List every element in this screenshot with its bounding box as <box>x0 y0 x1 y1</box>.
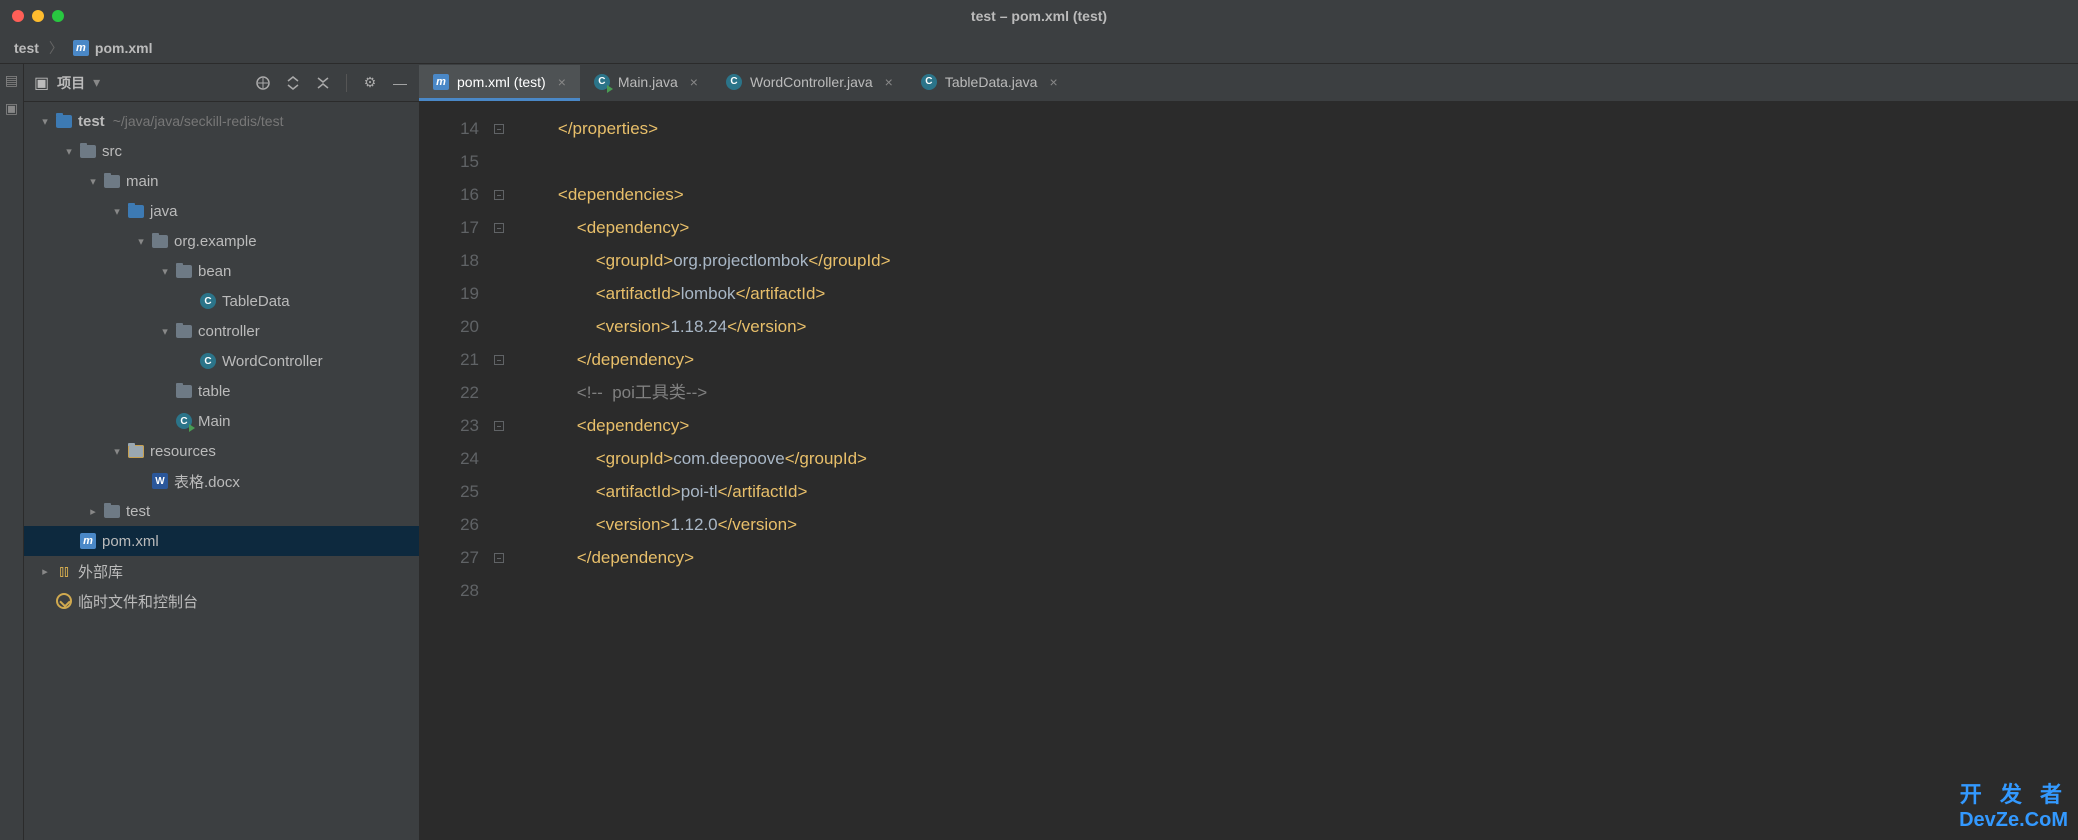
expand-all-icon[interactable] <box>284 74 302 92</box>
package-icon <box>176 265 192 278</box>
tree-mainclass[interactable]: CMain <box>24 406 419 436</box>
project-sidebar: ▣ 项目 ▾ ⚙ — ▾test~/java/java/seckill-redi… <box>24 64 419 840</box>
tab-label: Main.java <box>618 74 678 90</box>
breadcrumb-separator-icon: 〉 <box>49 38 63 58</box>
tree-package[interactable]: ▾org.example <box>24 226 419 256</box>
tree-controller[interactable]: ▾controller <box>24 316 419 346</box>
package-icon <box>176 325 192 338</box>
tree-root[interactable]: ▾test~/java/java/seckill-redis/test <box>24 106 419 136</box>
runnable-class-icon: C <box>176 413 192 429</box>
tree-tabledata[interactable]: CTableData <box>24 286 419 316</box>
project-label[interactable]: 项目 <box>57 73 85 93</box>
sidebar-toolbar: ▣ 项目 ▾ ⚙ — <box>24 64 419 102</box>
fold-gutter[interactable] <box>489 102 509 840</box>
folder-icon <box>104 175 120 188</box>
tree-scratches[interactable]: 临时文件和控制台 <box>24 586 419 616</box>
line-numbers: 141516171819202122232425262728 <box>419 102 489 840</box>
breadcrumb-root[interactable]: test <box>14 40 39 56</box>
tree-resources[interactable]: ▾resources <box>24 436 419 466</box>
module-icon <box>56 115 72 128</box>
project-tool-icon[interactable]: ▣ <box>4 100 20 116</box>
close-tab-icon[interactable]: × <box>690 74 698 90</box>
project-view-icon[interactable]: ▣ <box>34 73 49 93</box>
breadcrumb: test 〉 m pom.xml <box>0 32 2078 64</box>
tab-wordcontroller-java[interactable]: C WordController.java × <box>712 65 907 101</box>
breadcrumb-file-label: pom.xml <box>95 40 153 56</box>
package-icon <box>152 235 168 248</box>
tab-label: pom.xml (test) <box>457 74 546 90</box>
class-icon: C <box>200 353 216 369</box>
tree-external-libs[interactable]: ▸⫾⫾外部库 <box>24 556 419 586</box>
structure-tool-icon[interactable]: ▤ <box>4 72 20 88</box>
close-tab-icon[interactable]: × <box>885 74 893 90</box>
runnable-class-icon: C <box>594 74 610 90</box>
close-tab-icon[interactable]: × <box>558 74 566 90</box>
project-tree[interactable]: ▾test~/java/java/seckill-redis/test ▾src… <box>24 102 419 840</box>
gear-icon[interactable]: ⚙ <box>361 74 379 92</box>
maven-icon: m <box>73 40 89 56</box>
resources-folder-icon <box>128 445 144 458</box>
editor: m pom.xml (test) × C Main.java × C WordControll… <box>419 64 2078 840</box>
tree-test[interactable]: ▸test <box>24 496 419 526</box>
hide-icon[interactable]: — <box>391 74 409 92</box>
chevron-down-icon[interactable]: ▾ <box>93 74 100 91</box>
collapse-all-icon[interactable] <box>314 74 332 92</box>
left-gutter: ▤ ▣ <box>0 64 24 840</box>
editor-tabs: m pom.xml (test) × C Main.java × C WordControll… <box>419 64 2078 102</box>
folder-icon <box>80 145 96 158</box>
class-icon: C <box>921 74 937 90</box>
source-folder-icon <box>128 205 144 218</box>
folder-icon <box>104 505 120 518</box>
tree-pom[interactable]: mpom.xml <box>24 526 419 556</box>
close-tab-icon[interactable]: × <box>1049 74 1057 90</box>
minimize-window-button[interactable] <box>32 10 44 22</box>
tree-main[interactable]: ▾main <box>24 166 419 196</box>
tree-java[interactable]: ▾java <box>24 196 419 226</box>
tree-bean[interactable]: ▾bean <box>24 256 419 286</box>
maximize-window-button[interactable] <box>52 10 64 22</box>
class-icon: C <box>200 293 216 309</box>
close-window-button[interactable] <box>12 10 24 22</box>
word-file-icon: W <box>152 473 168 489</box>
maven-icon: m <box>80 533 96 549</box>
tab-label: TableData.java <box>945 74 1038 90</box>
code-content[interactable]: </properties> <dependencies> <dependency… <box>509 102 891 840</box>
tab-label: WordController.java <box>750 74 873 90</box>
class-icon: C <box>726 74 742 90</box>
package-icon <box>176 385 192 398</box>
tree-src[interactable]: ▾src <box>24 136 419 166</box>
titlebar: test – pom.xml (test) <box>0 0 2078 32</box>
tab-tabledata-java[interactable]: C TableData.java × <box>907 65 1072 101</box>
tree-wordcontroller[interactable]: CWordController <box>24 346 419 376</box>
tree-docx[interactable]: W表格.docx <box>24 466 419 496</box>
breadcrumb-file[interactable]: m pom.xml <box>73 40 153 56</box>
maven-icon: m <box>433 74 449 90</box>
library-icon: ⫾⫾ <box>54 563 74 580</box>
tree-table[interactable]: table <box>24 376 419 406</box>
tab-main-java[interactable]: C Main.java × <box>580 65 712 101</box>
window-title: test – pom.xml (test) <box>971 8 1107 24</box>
select-opened-file-icon[interactable] <box>254 74 272 92</box>
tab-pom-xml-test-[interactable]: m pom.xml (test) × <box>419 65 580 101</box>
scratch-icon <box>56 593 72 609</box>
code-area[interactable]: 141516171819202122232425262728 </propert… <box>419 102 2078 840</box>
